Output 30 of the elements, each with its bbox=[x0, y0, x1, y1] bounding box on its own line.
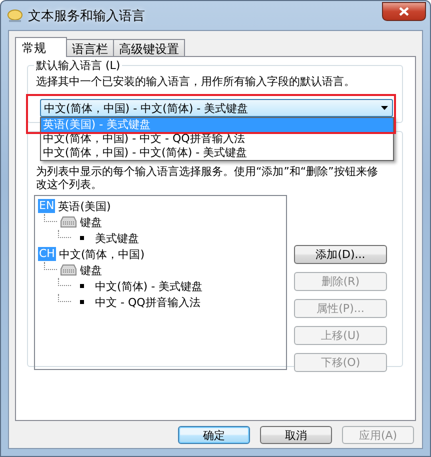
language-badge: CH bbox=[38, 247, 56, 261]
tab[interactable]: 语言栏 bbox=[66, 39, 114, 56]
window-title: 文本服务和输入语言 bbox=[28, 8, 146, 24]
tab[interactable]: 高级键设置 bbox=[113, 39, 185, 56]
bullet-icon bbox=[80, 300, 84, 304]
group-description: 为列表中显示的每个输入语言选择服务。使用“添加”和“删除”按钮来修改这个列表。 bbox=[36, 165, 379, 191]
group-title: 默认输入语言 (L) bbox=[34, 58, 122, 73]
dropdown-option[interactable]: 中文(简体，中国) - 中文(简体) - 美式键盘 bbox=[41, 146, 393, 160]
service-label[interactable]: 中文 - QQ拼音输入法 bbox=[95, 294, 200, 310]
bullet-icon bbox=[80, 284, 84, 288]
category-label[interactable]: 键盘 bbox=[80, 262, 102, 278]
language-badge: EN bbox=[38, 199, 56, 213]
app-icon bbox=[7, 8, 23, 22]
service-label[interactable]: 美式键盘 bbox=[95, 230, 139, 246]
language-dropdown[interactable]: 中文(简体，中国) - 中文(简体) - 美式键盘 bbox=[40, 99, 393, 117]
keyboard-icon bbox=[60, 264, 77, 276]
keyboard-icon bbox=[60, 216, 77, 228]
tab[interactable]: 常规 bbox=[15, 37, 67, 57]
close-button[interactable] bbox=[382, 2, 426, 20]
dialog-button[interactable]: 取消 bbox=[260, 426, 332, 444]
language-label[interactable]: 中文(简体，中国) bbox=[58, 246, 145, 262]
group-description: 选择其中一个已安装的输入语言，用作所有输入字段的默认语言。 bbox=[36, 74, 356, 89]
service-label[interactable]: 中文(简体) - 美式键盘 bbox=[95, 278, 203, 294]
caret-icon bbox=[381, 106, 388, 110]
bullet-icon bbox=[80, 236, 84, 240]
side-button[interactable]: 添加(D)... bbox=[294, 245, 387, 264]
language-label[interactable]: 英语(美国) bbox=[58, 198, 111, 214]
category-label[interactable]: 键盘 bbox=[80, 214, 102, 230]
close-icon bbox=[399, 6, 409, 16]
dialog-button[interactable]: 确定 bbox=[178, 426, 250, 444]
